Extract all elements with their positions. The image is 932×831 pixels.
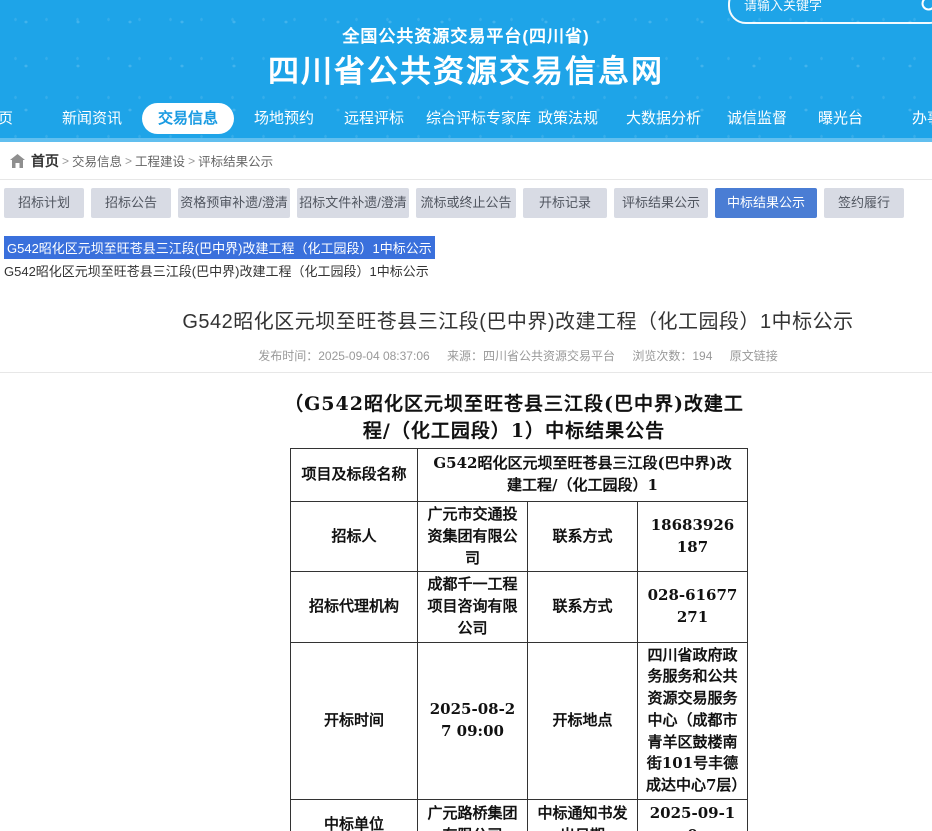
nav-item-exposure[interactable]: 曝光台 xyxy=(818,100,863,138)
view-count: 浏览次数：194 xyxy=(632,349,712,363)
document-title: （G542昭化区元坝至旺苍县三江段(巴中界)改建工程/（化工园段）1）中标结果公… xyxy=(278,391,750,445)
nav-item-home[interactable]: 首页 xyxy=(0,100,13,138)
breadcrumb-separator: > xyxy=(188,154,195,168)
tab-evaluation-results[interactable]: 评标结果公示 xyxy=(614,188,708,218)
breadcrumb-eval-results[interactable]: 评标结果公示 xyxy=(198,151,273,170)
table-cell-label: 项目及标段名称 xyxy=(291,449,418,502)
content-divider xyxy=(0,372,932,373)
tab-bid-doc-addendum[interactable]: 招标文件补遗/澄清 xyxy=(297,188,409,218)
table-cell-label: 开标时间 xyxy=(291,642,418,799)
table-cell-value: 18683926187 xyxy=(638,502,748,572)
table-cell-label: 联系方式 xyxy=(528,502,638,572)
source: 来源：四川省公共资源交易平台 xyxy=(447,349,615,363)
tab-failed-terminated[interactable]: 流标或终止公告 xyxy=(416,188,516,218)
table-cell-label: 中标单位 xyxy=(291,799,418,831)
table-row: 招标人 广元市交通投资集团有限公司 联系方式 18683926187 xyxy=(291,502,748,572)
tab-bid-plan[interactable]: 招标计划 xyxy=(4,188,84,218)
origin-link[interactable]: 原文链接 xyxy=(730,349,778,363)
table-row: 中标单位 广元路桥集团有限公司 中标通知书发出日期 2025-09-10 xyxy=(291,799,748,831)
table-cell-label: 招标代理机构 xyxy=(291,572,418,642)
table-row: 开标时间 2025-08-27 09:00 开标地点 四川省政府政务服务和公共资… xyxy=(291,642,748,799)
table-cell-value: 广元市交通投资集团有限公司 xyxy=(418,502,528,572)
breadcrumb-trade-info[interactable]: 交易信息 xyxy=(72,151,122,170)
table-cell-label: 中标通知书发出日期 xyxy=(528,799,638,831)
table-cell-value: 四川省政府政务服务和公共资源交易服务中心（成都市青羊区鼓楼南街101号丰德成达中… xyxy=(638,642,748,799)
tab-award-results-active[interactable]: 中标结果公示 xyxy=(715,188,817,218)
result-link[interactable]: G542昭化区元坝至旺苍县三江段(巴中界)改建工程（化工园段）1中标公示 xyxy=(4,261,429,280)
nav-item-remote-evaluation[interactable]: 远程评标 xyxy=(344,100,404,138)
site-title: 四川省公共资源交易信息网 xyxy=(0,46,932,91)
nav-item-policies[interactable]: 政策法规 xyxy=(538,100,598,138)
tab-opening-record[interactable]: 开标记录 xyxy=(523,188,607,218)
home-icon[interactable] xyxy=(10,154,25,168)
table-row: 招标代理机构 成都千一工程项目咨询有限公司 联系方式 028-61677271 xyxy=(291,572,748,642)
category-tabs: 招标计划 招标公告 资格预审补遗/澄清 招标文件补遗/澄清 流标或终止公告 开标… xyxy=(4,188,904,218)
table-cell-label: 联系方式 xyxy=(528,572,638,642)
table-cell-value: 2025-09-10 xyxy=(638,799,748,831)
page-title: G542昭化区元坝至旺苍县三江段(巴中界)改建工程（化工园段）1中标公示 xyxy=(104,305,932,334)
table-cell-label: 开标地点 xyxy=(528,642,638,799)
breadcrumb-engineering[interactable]: 工程建设 xyxy=(135,151,185,170)
table-cell-value: 成都千一工程项目咨询有限公司 xyxy=(418,572,528,642)
table-cell-label: 招标人 xyxy=(291,502,418,572)
table-cell-value: 2025-08-27 09:00 xyxy=(418,642,528,799)
breadcrumb-home[interactable]: 首页 xyxy=(31,151,59,171)
table-cell-value: 028-61677271 xyxy=(638,572,748,642)
table-cell-value: 广元路桥集团有限公司 xyxy=(418,799,528,831)
tab-prequalification-addendum[interactable]: 资格预审补遗/澄清 xyxy=(178,188,290,218)
table-cell-value: G542昭化区元坝至旺苍县三江段(巴中界)改建工程/（化工园段）1 xyxy=(418,449,748,502)
search-input[interactable] xyxy=(730,0,920,13)
breadcrumb-separator: > xyxy=(125,154,132,168)
page: 全国公共资源交易平台(四川省) 四川省公共资源交易信息网 首页 新闻资讯 交易信… xyxy=(0,0,932,831)
breadcrumb: 首页 > 交易信息 > 工程建设 > 评标结果公示 xyxy=(0,142,932,180)
nav-item-big-data[interactable]: 大数据分析 xyxy=(626,100,701,138)
breadcrumb-separator: > xyxy=(62,154,69,168)
nav-item-trade-info-active[interactable]: 交易信息 xyxy=(142,103,234,134)
search-box[interactable] xyxy=(728,0,932,24)
nav-item-expert-db[interactable]: 综合评标专家库 xyxy=(426,100,531,138)
search-icon[interactable] xyxy=(920,0,932,15)
table-row: 项目及标段名称 G542昭化区元坝至旺苍县三江段(巴中界)改建工程/（化工园段）… xyxy=(291,449,748,502)
site-subtitle: 全国公共资源交易平台(四川省) xyxy=(0,22,932,47)
tab-bid-announcement[interactable]: 招标公告 xyxy=(91,188,171,218)
nav-item-integrity[interactable]: 诚信监督 xyxy=(727,100,787,138)
nav-item-services[interactable]: 办事服务 xyxy=(912,100,932,138)
publish-time: 发布时间：2025-09-04 08:37:06 xyxy=(258,349,429,363)
award-result-table: 项目及标段名称 G542昭化区元坝至旺苍县三江段(巴中界)改建工程/（化工园段）… xyxy=(290,448,748,831)
article-meta: 发布时间：2025-09-04 08:37:06 来源：四川省公共资源交易平台 … xyxy=(104,347,932,364)
tab-contract-performance[interactable]: 签约履行 xyxy=(824,188,904,218)
main-nav: 首页 新闻资讯 交易信息 场地预约 远程评标 综合评标专家库 政策法规 大数据分… xyxy=(0,100,932,138)
nav-item-venue-booking[interactable]: 场地预约 xyxy=(254,100,314,138)
result-link-selected[interactable]: G542昭化区元坝至旺苍县三江段(巴中界)改建工程（化工园段）1中标公示 xyxy=(4,236,435,259)
nav-item-news[interactable]: 新闻资讯 xyxy=(62,100,122,138)
site-header: 全国公共资源交易平台(四川省) 四川省公共资源交易信息网 首页 新闻资讯 交易信… xyxy=(0,0,932,142)
